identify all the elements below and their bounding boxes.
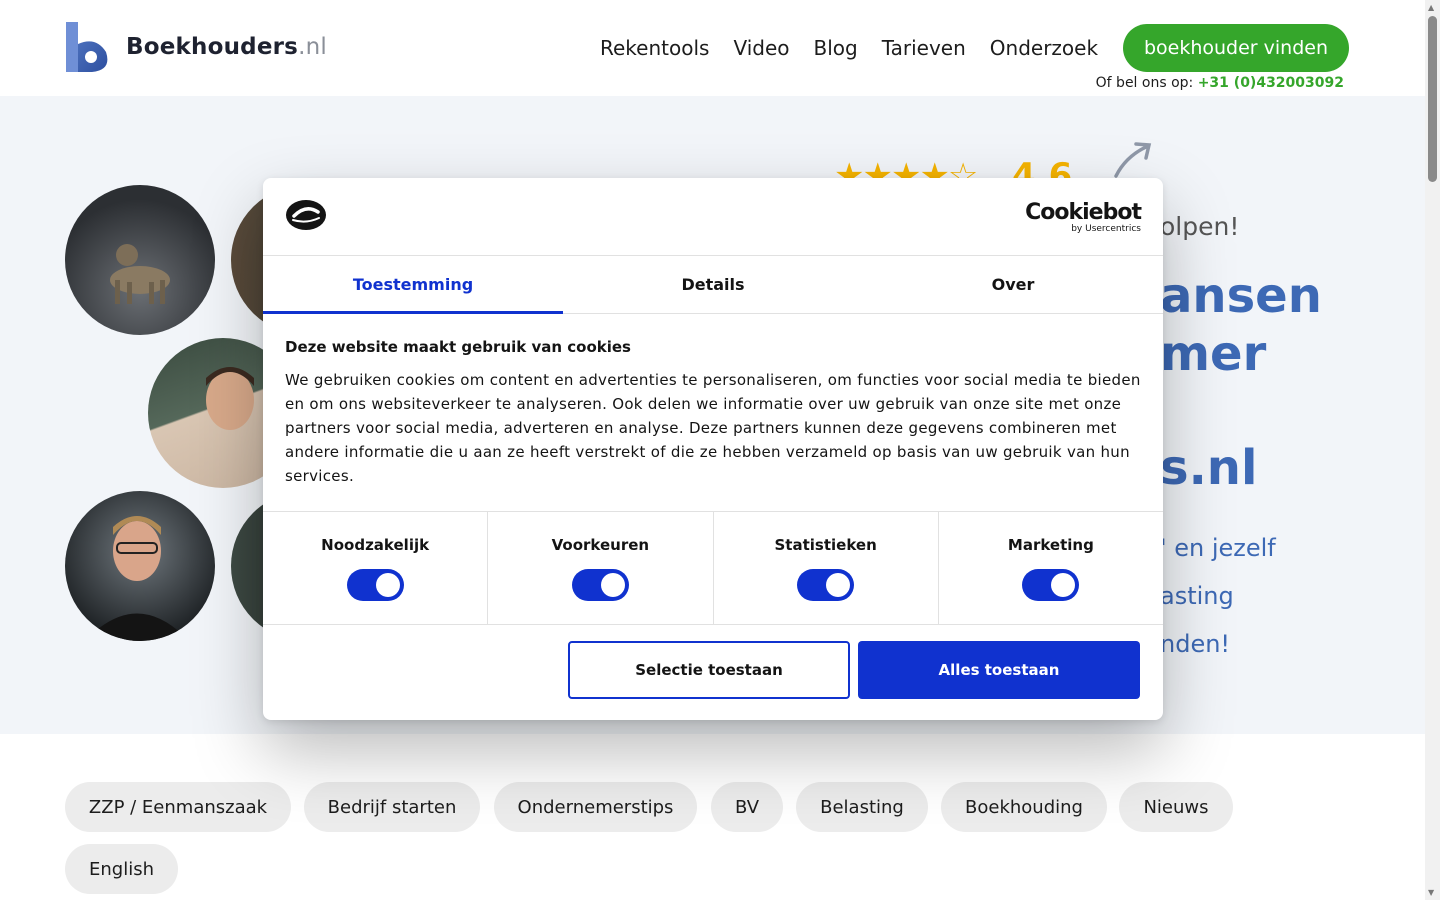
nav-link-tarieven[interactable]: Tarieven	[882, 36, 966, 60]
nav-link-onderzoek[interactable]: Onderzoek	[990, 36, 1098, 60]
toggle-noodzakelijk[interactable]	[346, 569, 404, 601]
call-prefix: Of bel ons op:	[1095, 75, 1194, 91]
dialog-header: Cookiebot by Usercentrics	[263, 178, 1163, 256]
nav-link-rekentools[interactable]: Rekentools	[600, 36, 709, 60]
toggle-label: Noodzakelijk	[321, 536, 430, 554]
toggle-knob	[1051, 573, 1076, 597]
hero-text-line-3: nden!	[1160, 630, 1231, 658]
category-pill-zzp[interactable]: ZZP / Eenmanszaak	[65, 782, 291, 832]
allow-all-button[interactable]: Alles toestaan	[858, 641, 1140, 699]
phone-link[interactable]: +31 (0)432003092	[1198, 75, 1344, 91]
avatar-dog	[65, 185, 215, 335]
cookie-consent-dialog: Cookiebot by Usercentrics Toestemming De…	[263, 178, 1163, 720]
toggle-group-statistieken: Statistieken	[714, 512, 939, 624]
cookiebot-brand[interactable]: Cookiebot by Usercentrics	[1025, 200, 1142, 234]
hero-heading-line-1: ansen	[1160, 268, 1322, 324]
category-pill-bv[interactable]: BV	[711, 782, 783, 832]
find-accountant-button[interactable]: boekhouder vinden	[1123, 24, 1349, 72]
hero-heading-line-3: s.nl	[1160, 440, 1258, 496]
toggle-group-voorkeuren: Voorkeuren	[488, 512, 714, 624]
person-photo	[85, 516, 189, 641]
cookiebot-by: by Usercentrics	[1071, 224, 1141, 234]
toggle-statistieken[interactable]	[797, 569, 855, 601]
scroll-down-icon[interactable]: ▼	[1428, 888, 1434, 897]
tab-over[interactable]: Over	[863, 256, 1163, 313]
site-header: Boekhouders.nl Rekentools Video Blog Tar…	[0, 0, 1425, 96]
scroll-thumb[interactable]	[1428, 16, 1437, 182]
toggle-voorkeuren[interactable]	[571, 569, 629, 601]
site-logo[interactable]: Boekhouders.nl	[66, 22, 327, 72]
toggle-marketing[interactable]	[1022, 569, 1080, 601]
dialog-text: We gebruiken cookies om content en adver…	[285, 371, 1141, 485]
main-nav: Rekentools Video Blog Tarieven Onderzoek	[600, 24, 1122, 72]
toggle-label: Statistieken	[774, 536, 877, 554]
toggle-knob	[826, 573, 851, 597]
call-line: Of bel ons op: +31 (0)432003092	[1096, 75, 1344, 91]
nav-link-blog[interactable]: Blog	[814, 36, 858, 60]
dialog-title: Deze website maakt gebruik van cookies	[285, 338, 631, 356]
hero-text-line-1: ' en jezelf	[1160, 534, 1276, 562]
tab-details[interactable]: Details	[563, 256, 863, 313]
category-pill-nieuws[interactable]: Nieuws	[1119, 782, 1233, 832]
category-pill-boekhouding[interactable]: Boekhouding	[941, 782, 1107, 832]
toggle-label: Marketing	[1007, 536, 1094, 554]
toggle-label: Voorkeuren	[551, 536, 650, 554]
consent-toggles: Noodzakelijk Voorkeuren Statistieken Mar…	[263, 511, 1163, 625]
category-pill-bedrijf-starten[interactable]: Bedrijf starten	[304, 782, 480, 832]
hero-text-line-2: asting	[1160, 582, 1234, 610]
dog-photo	[110, 244, 170, 304]
arrow-icon	[1114, 142, 1152, 178]
category-pill-belasting[interactable]: Belasting	[796, 782, 928, 832]
toggle-knob	[375, 573, 400, 597]
hero-heading-line-2: mer	[1160, 326, 1267, 382]
cookiebot-logo-icon	[286, 200, 326, 230]
category-pill-ondernemerstips[interactable]: Ondernemerstips	[494, 782, 697, 832]
allow-selection-button[interactable]: Selectie toestaan	[568, 641, 850, 699]
avatar-person-3	[65, 491, 215, 641]
logo-icon	[66, 22, 108, 72]
tab-toestemming[interactable]: Toestemming	[263, 256, 563, 314]
page-scrollbar[interactable]: ▲ ▼	[1425, 0, 1440, 900]
hero-subtitle: olpen!	[1160, 212, 1240, 241]
dialog-footer: Selectie toestaan Alles toestaan	[263, 625, 1163, 720]
category-pill-english[interactable]: English	[65, 844, 178, 894]
nav-link-video[interactable]: Video	[733, 36, 789, 60]
logo-wordmark: Boekhouders.nl	[126, 34, 327, 60]
toggle-group-marketing: Marketing	[939, 512, 1163, 624]
cookiebot-wordmark: Cookiebot	[1025, 200, 1142, 225]
scroll-up-icon[interactable]: ▲	[1428, 3, 1434, 12]
toggle-knob	[600, 573, 625, 597]
toggle-group-noodzakelijk: Noodzakelijk	[263, 512, 489, 624]
dialog-tabs: Toestemming Details Over	[263, 256, 1163, 314]
dialog-body: Deze website maakt gebruik van cookies W…	[263, 314, 1163, 511]
